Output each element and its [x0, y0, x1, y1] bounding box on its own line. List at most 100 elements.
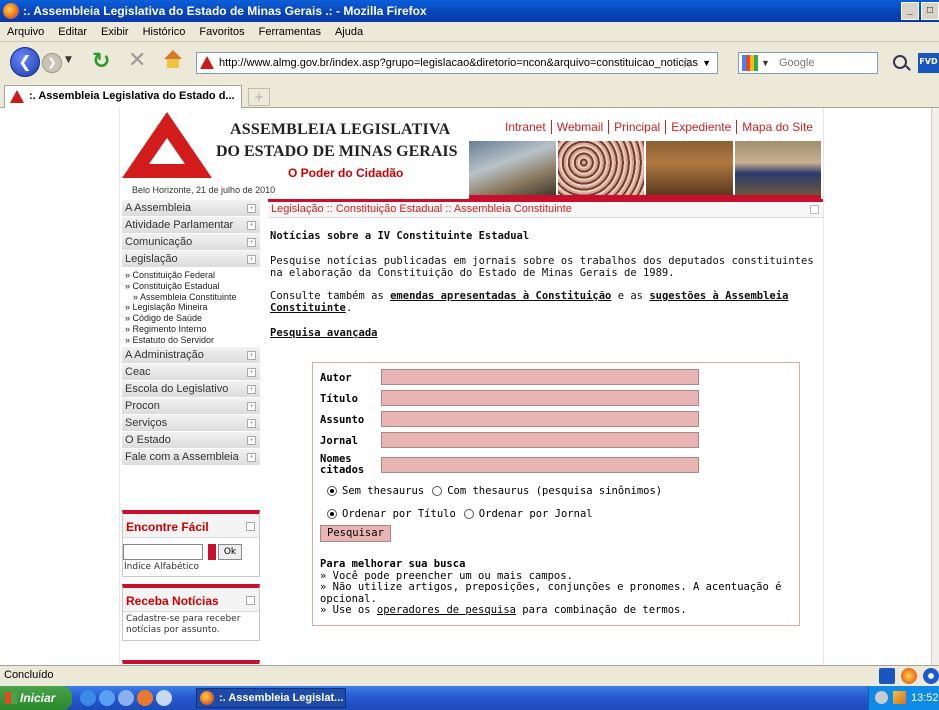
- address-text: http://www.almg.gov.br/index.asp?grupo=l…: [219, 57, 698, 69]
- autor-label: Autor: [320, 372, 352, 384]
- google-icon: [742, 55, 758, 71]
- tip-line: » Não utilize artigos, preposições, conj…: [320, 581, 782, 605]
- search-engine-dropdown-icon[interactable]: ▼: [761, 53, 770, 73]
- fvd-extension-icon[interactable]: FVD: [918, 53, 939, 73]
- media-icon[interactable]: [118, 690, 134, 706]
- link-principal[interactable]: Principal: [609, 120, 667, 134]
- menu-exibir[interactable]: Exibir: [94, 26, 136, 38]
- sem-thesaurus-radio[interactable]: [327, 486, 337, 496]
- vertical-scrollbar[interactable]: [931, 108, 939, 665]
- encontre-facil-title: Encontre Fácil: [123, 514, 259, 538]
- ie-icon[interactable]: [80, 690, 96, 706]
- pesquisar-button[interactable]: Pesquisar: [320, 525, 391, 542]
- ordenar-titulo-radio[interactable]: [327, 509, 337, 519]
- emendas-link[interactable]: emendas apresentadas à Constituição: [390, 290, 611, 302]
- sidebar-item-a-administracao[interactable]: A Administração +: [122, 346, 260, 364]
- url-dropdown-icon[interactable]: ▼: [702, 53, 711, 73]
- ok-button[interactable]: Ok: [218, 544, 242, 560]
- sidebar-item-comunicacao[interactable]: Comunicação +: [122, 234, 260, 251]
- firefox-icon: [3, 3, 19, 19]
- submenu-legislacao-mineira[interactable]: » Legislação Mineira: [125, 302, 260, 313]
- window-titlebar: :. Assembleia Legislativa do Estado de M…: [0, 0, 939, 22]
- search-icon[interactable]: [893, 55, 907, 69]
- advanced-search-link[interactable]: Pesquisa avançada: [270, 327, 818, 339]
- taskbar-firefox-window[interactable]: :. Assembleia Legislat...: [196, 688, 346, 708]
- history-dropdown-icon[interactable]: ▼: [65, 55, 72, 65]
- sidebar-item-a-assembleia[interactable]: A Assembleia +: [122, 200, 260, 217]
- forward-button[interactable]: ❯: [42, 53, 62, 73]
- expand-icon: +: [247, 204, 256, 213]
- browser-tab[interactable]: :. Assembleia Legislativa do Estado d...: [4, 85, 242, 108]
- sidebar-item-ceac[interactable]: Ceac +: [122, 363, 260, 381]
- window-title: :. Assembleia Legislativa do Estado de M…: [23, 4, 427, 18]
- link-webmail[interactable]: Webmail: [552, 120, 610, 134]
- encontre-facil-input[interactable]: [123, 544, 203, 560]
- sync-status-icon[interactable]: [923, 668, 939, 684]
- sidebar-item-procon[interactable]: Procon +: [122, 397, 260, 415]
- address-bar[interactable]: http://www.almg.gov.br/index.asp?grupo=l…: [196, 52, 718, 74]
- sidebar-item-o-estado[interactable]: O Estado +: [122, 431, 260, 449]
- quick-launch: [80, 690, 175, 706]
- sidebar-item-atividade-parlamentar[interactable]: Atividade Parlamentar +: [122, 217, 260, 234]
- autor-input[interactable]: [381, 369, 699, 385]
- home-icon[interactable]: [162, 48, 184, 70]
- menu-arquivo[interactable]: Arquivo: [0, 26, 51, 38]
- app-icon[interactable]: [156, 690, 172, 706]
- receba-noticias-title[interactable]: Receba Notícias: [123, 588, 259, 612]
- ordenar-jornal-radio[interactable]: [463, 509, 474, 519]
- header-photo: [646, 141, 733, 195]
- sidebar-item-escola-do-legislativo[interactable]: Escola do Legislativo +: [122, 380, 260, 398]
- addon-status-icon[interactable]: [901, 668, 917, 684]
- main-content: Notícias sobre a IV Constituinte Estadua…: [270, 230, 818, 339]
- assunto-input[interactable]: [381, 411, 699, 427]
- submenu-constituicao-federal[interactable]: » Constituição Federal: [125, 270, 260, 281]
- search-box[interactable]: ▼ Google: [738, 52, 878, 74]
- almg-logo[interactable]: [122, 112, 212, 180]
- start-button[interactable]: Iniciar: [0, 686, 72, 710]
- minimize-button[interactable]: _: [901, 2, 919, 20]
- indice-alfabetico-link[interactable]: Índice Alfabético: [123, 562, 259, 576]
- receba-noticias-box: Receba Notícias Cadastre-se para receber…: [122, 584, 260, 641]
- maximize-button[interactable]: □: [921, 2, 939, 20]
- tab-title: :. Assembleia Legislativa do Estado d...: [29, 90, 235, 102]
- nomes-citados-input[interactable]: [381, 457, 699, 473]
- menu-ajuda[interactable]: Ajuda: [328, 26, 370, 38]
- header-photo-strip: [469, 141, 821, 199]
- order-radio-group: Ordenar por Título Ordenar por Jornal: [327, 508, 601, 520]
- link-mapa-do-site[interactable]: Mapa do Site: [737, 120, 818, 134]
- forward-arrow-icon: ❯: [47, 56, 57, 69]
- menu-ferramentas[interactable]: Ferramentas: [252, 26, 328, 38]
- mail-icon[interactable]: [99, 690, 115, 706]
- back-button[interactable]: ❮: [10, 47, 40, 77]
- status-bar: Concluído: [0, 665, 939, 685]
- expand-icon: +: [247, 350, 256, 360]
- submenu-assembleia-constituinte[interactable]: » Assembleia Constituinte: [125, 292, 260, 303]
- titulo-input[interactable]: [381, 390, 699, 406]
- submenu-codigo-de-saude[interactable]: » Código de Saúde: [125, 313, 260, 324]
- link-intranet[interactable]: Intranet: [500, 120, 552, 134]
- submenu-regimento-interno[interactable]: » Regimento Interno: [125, 324, 260, 335]
- submenu-constituicao-estadual[interactable]: » Constituição Estadual: [125, 281, 260, 292]
- reload-icon[interactable]: ↻: [92, 49, 110, 74]
- jornal-input[interactable]: [381, 432, 699, 448]
- navigation-toolbar: ❮ ❯ ▼ ↻ ✕ http://www.almg.gov.br/index.a…: [0, 43, 939, 81]
- sidebar-item-fale-com-a-assembleia[interactable]: Fale com a Assembleia +: [122, 448, 260, 466]
- menu-favoritos[interactable]: Favoritos: [192, 26, 251, 38]
- menu-historico[interactable]: Histórico: [136, 26, 193, 38]
- link-expediente[interactable]: Expediente: [666, 120, 738, 134]
- sidebar-item-legislacao[interactable]: Legislação +: [122, 251, 260, 268]
- legislacao-submenu: » Constituição Federal » Constituição Es…: [122, 268, 260, 347]
- operadores-link[interactable]: operadores de pesquisa: [377, 604, 516, 616]
- stop-icon[interactable]: ✕: [128, 48, 146, 73]
- brand-line-2: DO ESTADO DE MINAS GERAIS: [216, 143, 458, 160]
- bookmark-star-icon[interactable]: ☆: [680, 53, 693, 73]
- sidebar-item-servicos[interactable]: Serviços +: [122, 414, 260, 432]
- com-thesaurus-radio[interactable]: [432, 486, 443, 496]
- menu-bar: Arquivo Editar Exibir Histórico Favorito…: [0, 22, 939, 42]
- submenu-estatuto-do-servidor[interactable]: » Estatuto do Servidor: [125, 335, 260, 346]
- menu-editar[interactable]: Editar: [51, 26, 94, 38]
- new-tab-button[interactable]: +: [248, 88, 270, 106]
- firefox-icon[interactable]: [137, 690, 153, 706]
- fvd-status-icon[interactable]: [879, 668, 895, 684]
- date-line: Belo Horizonte, 21 de julho de 2010: [132, 185, 276, 195]
